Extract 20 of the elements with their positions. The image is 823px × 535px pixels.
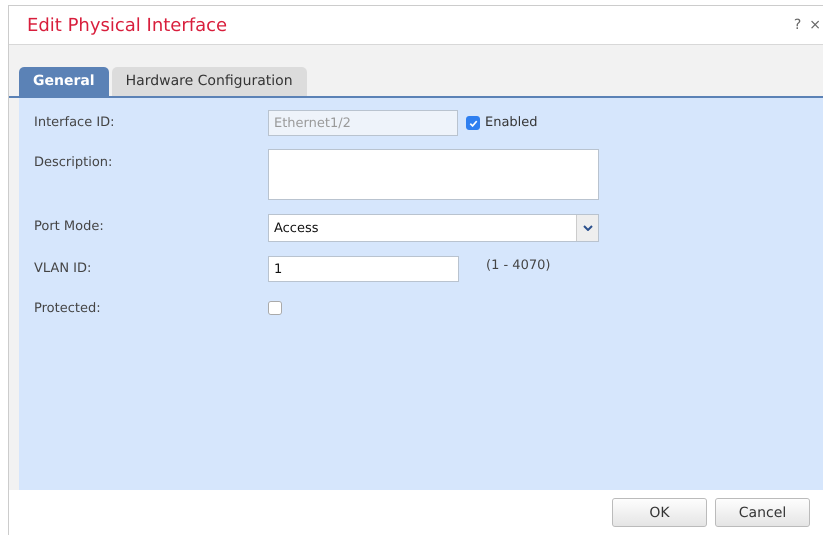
tab[interactable]: Hardware Configuration — [112, 67, 307, 96]
field-label: Protected: — [34, 300, 102, 318]
close-button[interactable]: × — [809, 17, 821, 33]
dialog-title: Edit Physical Interface — [27, 14, 228, 36]
checkbox-label: Enabled — [485, 114, 538, 132]
ok-button[interactable]: OK — [612, 498, 707, 527]
range-hint: (1 - 4070) — [486, 257, 550, 275]
check-icon — [468, 118, 478, 128]
help-button[interactable]: ? — [794, 17, 802, 33]
vlan-id-field[interactable]: 1 — [268, 256, 459, 282]
tab[interactable]: General — [19, 67, 109, 96]
description-field[interactable] — [268, 149, 599, 200]
port-mode-dropdown[interactable]: Access — [268, 214, 599, 242]
field-label: VLAN ID: — [34, 260, 92, 278]
checkbox[interactable] — [268, 301, 282, 315]
cancel-button[interactable]: Cancel — [715, 498, 810, 527]
field-label: Interface ID: — [34, 114, 116, 132]
field-label: Description: — [34, 154, 114, 172]
field-label: Port Mode: — [34, 218, 105, 236]
caret-icon — [582, 225, 592, 231]
